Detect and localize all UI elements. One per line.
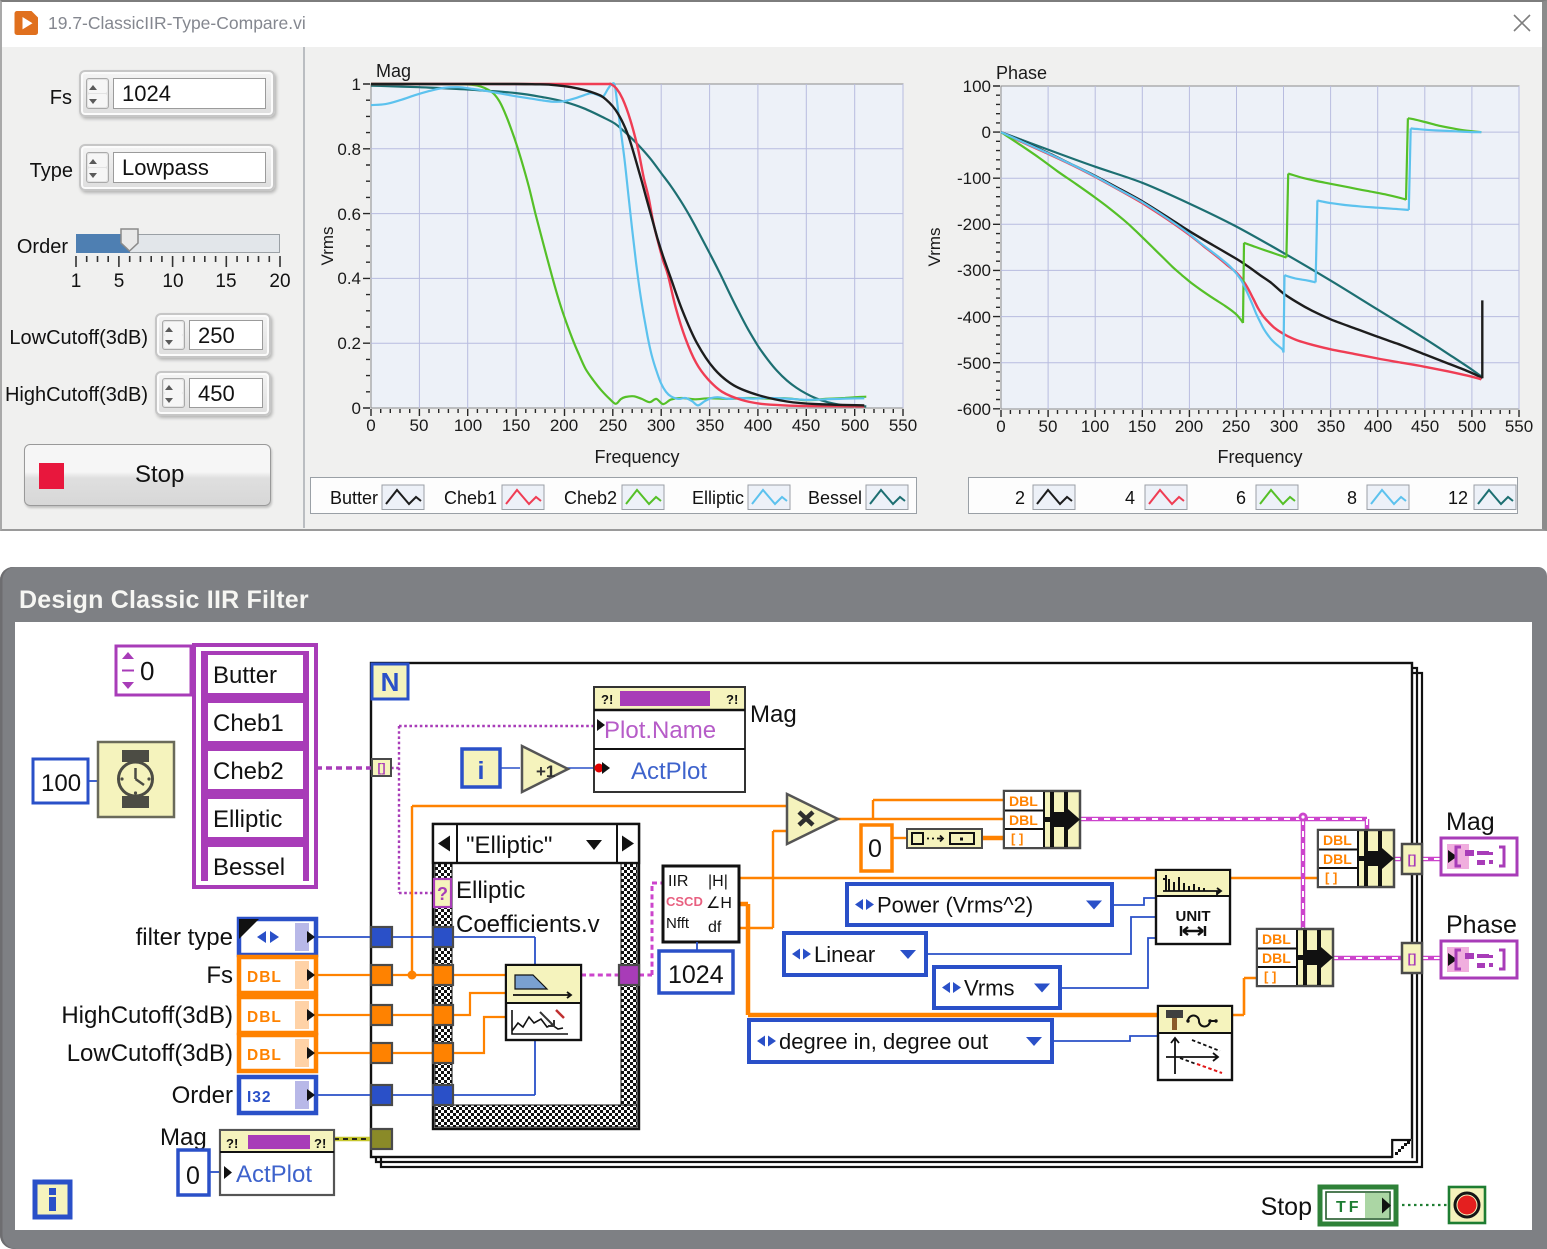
svg-text:Vrms: Vrms bbox=[925, 227, 944, 266]
svg-text:250: 250 bbox=[1222, 417, 1250, 436]
svg-text:450: 450 bbox=[792, 416, 820, 435]
svg-text:Cheb2: Cheb2 bbox=[564, 488, 617, 508]
svg-text:400: 400 bbox=[1364, 417, 1392, 436]
svg-text:500: 500 bbox=[841, 416, 869, 435]
svg-text:250: 250 bbox=[599, 416, 627, 435]
svg-text:50: 50 bbox=[1039, 417, 1058, 436]
svg-text:50: 50 bbox=[410, 416, 429, 435]
svg-text:300: 300 bbox=[1270, 417, 1298, 436]
svg-text:-400: -400 bbox=[957, 308, 991, 327]
svg-text:400: 400 bbox=[744, 416, 772, 435]
svg-text:-100: -100 bbox=[957, 169, 991, 188]
svg-text:Vrms: Vrms bbox=[318, 226, 337, 265]
svg-text:Elliptic: Elliptic bbox=[692, 488, 744, 508]
svg-text:Butter: Butter bbox=[330, 488, 378, 508]
svg-text:-500: -500 bbox=[957, 354, 991, 373]
svg-text:550: 550 bbox=[1505, 417, 1533, 436]
svg-text:Mag: Mag bbox=[376, 61, 411, 81]
svg-text:350: 350 bbox=[1317, 417, 1345, 436]
svg-text:100: 100 bbox=[454, 416, 482, 435]
svg-text:450: 450 bbox=[1411, 417, 1439, 436]
svg-text:Frequency: Frequency bbox=[594, 447, 679, 467]
svg-text:300: 300 bbox=[647, 416, 675, 435]
svg-text:12: 12 bbox=[1448, 488, 1468, 508]
svg-text:-300: -300 bbox=[957, 261, 991, 280]
svg-text:0: 0 bbox=[982, 123, 991, 142]
svg-text:1: 1 bbox=[352, 75, 361, 94]
svg-text:Cheb1: Cheb1 bbox=[444, 488, 497, 508]
svg-text:0.4: 0.4 bbox=[337, 269, 361, 288]
svg-text:0.6: 0.6 bbox=[337, 205, 361, 224]
svg-text:6: 6 bbox=[1236, 488, 1246, 508]
svg-text:Frequency: Frequency bbox=[1217, 447, 1302, 467]
svg-text:200: 200 bbox=[550, 416, 578, 435]
svg-text:4: 4 bbox=[1125, 488, 1135, 508]
svg-text:200: 200 bbox=[1175, 417, 1203, 436]
svg-text:8: 8 bbox=[1347, 488, 1357, 508]
svg-text:100: 100 bbox=[1081, 417, 1109, 436]
svg-text:2: 2 bbox=[1015, 488, 1025, 508]
svg-text:-600: -600 bbox=[957, 400, 991, 419]
svg-text:0: 0 bbox=[366, 416, 375, 435]
svg-text:500: 500 bbox=[1458, 417, 1486, 436]
svg-text:0: 0 bbox=[996, 417, 1005, 436]
svg-text:100: 100 bbox=[963, 77, 991, 96]
svg-text:0: 0 bbox=[352, 399, 361, 418]
svg-text:Phase: Phase bbox=[996, 63, 1047, 83]
svg-text:350: 350 bbox=[696, 416, 724, 435]
svg-text:550: 550 bbox=[889, 416, 917, 435]
svg-text:0.2: 0.2 bbox=[337, 334, 361, 353]
svg-text:Bessel: Bessel bbox=[808, 488, 862, 508]
svg-text:150: 150 bbox=[1128, 417, 1156, 436]
svg-text:150: 150 bbox=[502, 416, 530, 435]
svg-text:-200: -200 bbox=[957, 215, 991, 234]
svg-text:0.8: 0.8 bbox=[337, 140, 361, 159]
